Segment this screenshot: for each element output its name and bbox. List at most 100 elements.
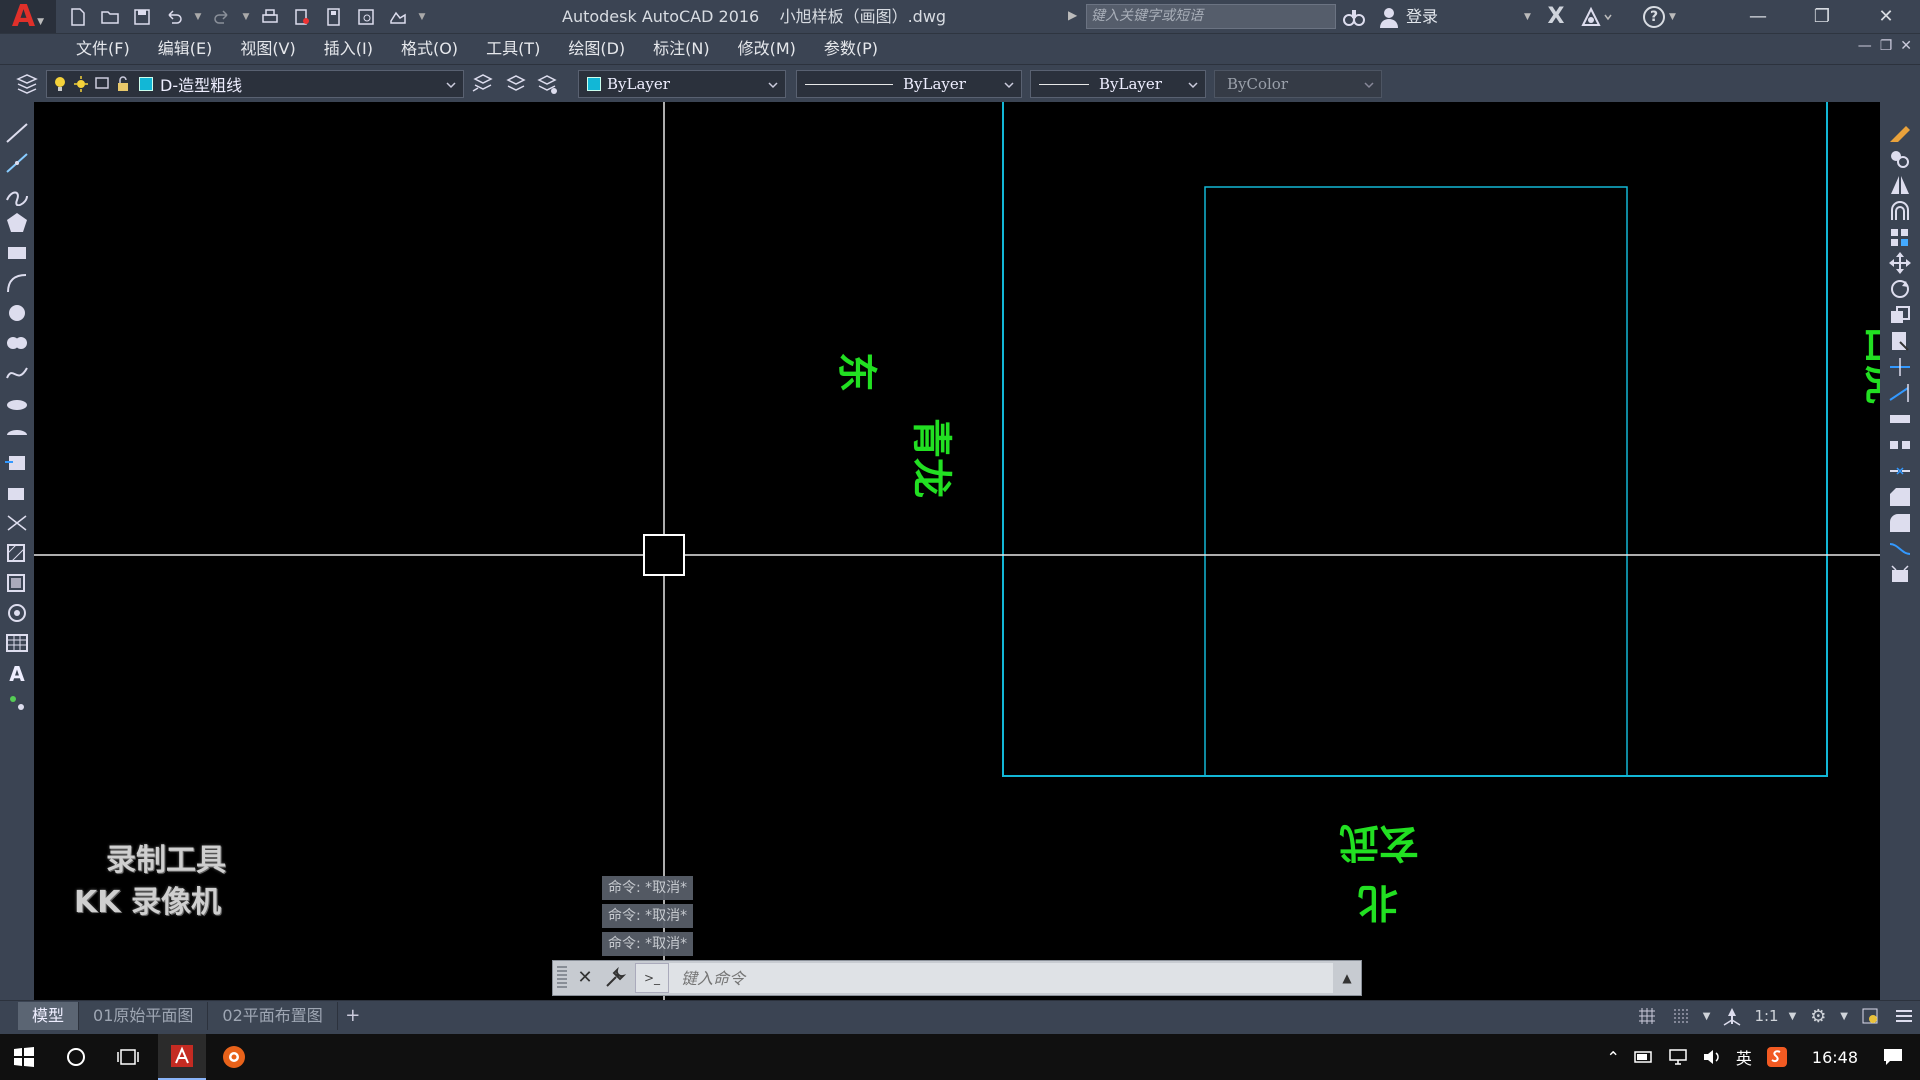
make-current-layer-icon[interactable] (470, 71, 496, 97)
stretch-tool[interactable] (1886, 328, 1914, 354)
mtext-tool[interactable]: A (3, 660, 31, 686)
help-search-input[interactable]: 键入关键字或短语 (1086, 4, 1336, 29)
menu-dimension[interactable]: 标注(N) (641, 34, 721, 64)
plotstyle-dropdown[interactable]: ByColor (1214, 70, 1382, 98)
application-menu-button[interactable]: A ▼ (0, 0, 56, 33)
search-expand-icon[interactable]: ▶ (1068, 8, 1082, 26)
save-as-button[interactable] (320, 4, 348, 30)
command-line-grip[interactable] (557, 966, 567, 990)
binoculars-icon[interactable] (1342, 5, 1366, 29)
plot-button[interactable] (256, 4, 284, 30)
close-window-button[interactable]: ✕ (1854, 0, 1918, 33)
ellipse-tool[interactable] (3, 390, 31, 416)
break-at-point-tool[interactable] (1886, 406, 1914, 432)
spline-tool[interactable] (3, 360, 31, 386)
battery-icon[interactable] (1634, 1049, 1654, 1065)
drawing-canvas[interactable]: 东 青龙 白虎 玄武 北 录制工具 KK 录像机 (34, 102, 1880, 1000)
menu-draw[interactable]: 绘图(D) (556, 34, 637, 64)
tab-layout-plan[interactable]: 02平面布置图 (208, 1002, 338, 1030)
construction-line-tool[interactable] (3, 150, 31, 176)
add-selected-tool[interactable] (3, 690, 31, 716)
undo-button[interactable] (160, 4, 188, 30)
rotate-tool[interactable] (1886, 276, 1914, 302)
join-tool[interactable] (1886, 458, 1914, 484)
user-icon[interactable] (1378, 5, 1400, 29)
input-method-indicator[interactable]: 英 (1736, 1045, 1752, 1069)
doc-close-button[interactable]: ✕ (1900, 38, 1912, 54)
region-tool[interactable] (3, 600, 31, 626)
polygon-tool[interactable] (3, 210, 31, 236)
menu-insert[interactable]: 插入(I) (312, 34, 385, 64)
customize-qat-dropdown[interactable]: ▼ (416, 4, 428, 30)
lineweight-dropdown[interactable]: ByLayer (1030, 70, 1206, 98)
move-tool[interactable] (1886, 250, 1914, 276)
menu-format[interactable]: 格式(O) (389, 34, 470, 64)
scale-tool[interactable] (1886, 302, 1914, 328)
blend-curves-tool[interactable] (1886, 536, 1914, 562)
offset-tool[interactable] (1886, 198, 1914, 224)
menu-edit[interactable]: 编辑(E) (146, 34, 225, 64)
help-button[interactable]: ? ▼ (1643, 5, 1679, 29)
layer-properties-icon[interactable] (14, 71, 40, 97)
rectangle-tool[interactable] (3, 240, 31, 266)
line-tool[interactable] (3, 120, 31, 146)
login-button[interactable]: 登录 (1406, 0, 1438, 33)
minimize-button[interactable]: — (1726, 0, 1790, 33)
restore-button[interactable]: ❐ (1790, 0, 1854, 33)
task-view-icon[interactable] (104, 1034, 152, 1080)
chevron-down-icon[interactable]: ▼ (1524, 12, 1531, 22)
explode-tool[interactable] (1886, 562, 1914, 588)
chevron-up-icon[interactable]: ▲ (1333, 971, 1361, 985)
annotation-visibility-icon[interactable] (1720, 1004, 1744, 1028)
a360-icon[interactable] (1579, 5, 1613, 29)
taskbar-clock[interactable]: 16:48 (1812, 1048, 1858, 1067)
gear-icon[interactable]: ⚙ (1806, 1004, 1830, 1028)
polyline-tool[interactable] (3, 180, 31, 207)
open-file-button[interactable] (96, 4, 124, 30)
menu-parametric[interactable]: 参数(P) (812, 34, 890, 64)
menu-file[interactable]: 文件(F) (64, 34, 142, 64)
erase-tool[interactable] (1886, 120, 1914, 146)
arc-tool[interactable] (3, 270, 31, 296)
taskbar-kk-recorder-app[interactable] (210, 1034, 258, 1080)
copy-tool[interactable] (1886, 146, 1914, 172)
chevron-down-icon[interactable]: ▼ (1703, 1011, 1711, 1022)
layer-state-icon[interactable] (534, 71, 560, 97)
break-tool[interactable] (1886, 432, 1914, 458)
chamfer-tool[interactable] (1886, 484, 1914, 510)
action-center-icon[interactable] (1882, 1047, 1904, 1067)
add-layout-icon[interactable]: + (338, 1002, 368, 1032)
undo-dropdown[interactable]: ▼ (192, 4, 204, 30)
save-button[interactable] (128, 4, 156, 30)
exchange-apps-icon[interactable]: X (1544, 4, 1568, 29)
insert-block-tool[interactable] (3, 450, 31, 476)
plot-preview-button[interactable] (352, 4, 380, 30)
chevron-up-icon[interactable]: ⌃ (1606, 1048, 1619, 1067)
layer-previous-icon[interactable] (503, 71, 529, 97)
sogou-ime-icon[interactable] (1766, 1046, 1788, 1068)
ellipse-arc-tool[interactable] (3, 420, 31, 446)
isolate-objects-icon[interactable] (1858, 1004, 1882, 1028)
publish-button[interactable] (288, 4, 316, 30)
hatch-tool[interactable] (3, 540, 31, 566)
make-block-tool[interactable] (3, 480, 31, 506)
grid-icon[interactable] (1635, 1004, 1659, 1028)
doc-minimize-button[interactable]: — (1858, 38, 1872, 54)
linetype-dropdown[interactable]: ByLayer (796, 70, 1022, 98)
workspace-button[interactable] (384, 4, 412, 30)
fillet-tool[interactable] (1886, 510, 1914, 536)
circle-tool[interactable] (3, 300, 31, 326)
tab-original-plan[interactable]: 01原始平面图 (79, 1002, 209, 1030)
gradient-tool[interactable] (3, 570, 31, 596)
doc-restore-button[interactable]: ❐ (1880, 38, 1893, 54)
extend-tool[interactable] (1886, 380, 1914, 406)
color-dropdown[interactable]: ByLayer (578, 70, 786, 98)
trim-tool[interactable] (1886, 354, 1914, 380)
volume-icon[interactable] (1702, 1048, 1722, 1066)
close-icon[interactable]: ✕ (573, 966, 597, 990)
taskbar-autocad-app[interactable] (158, 1034, 206, 1080)
command-prompt-icon[interactable]: >_ (635, 963, 669, 993)
menu-modify[interactable]: 修改(M) (726, 34, 808, 64)
chevron-down-icon[interactable]: ▼ (1840, 1011, 1848, 1022)
command-input[interactable] (669, 963, 1333, 993)
